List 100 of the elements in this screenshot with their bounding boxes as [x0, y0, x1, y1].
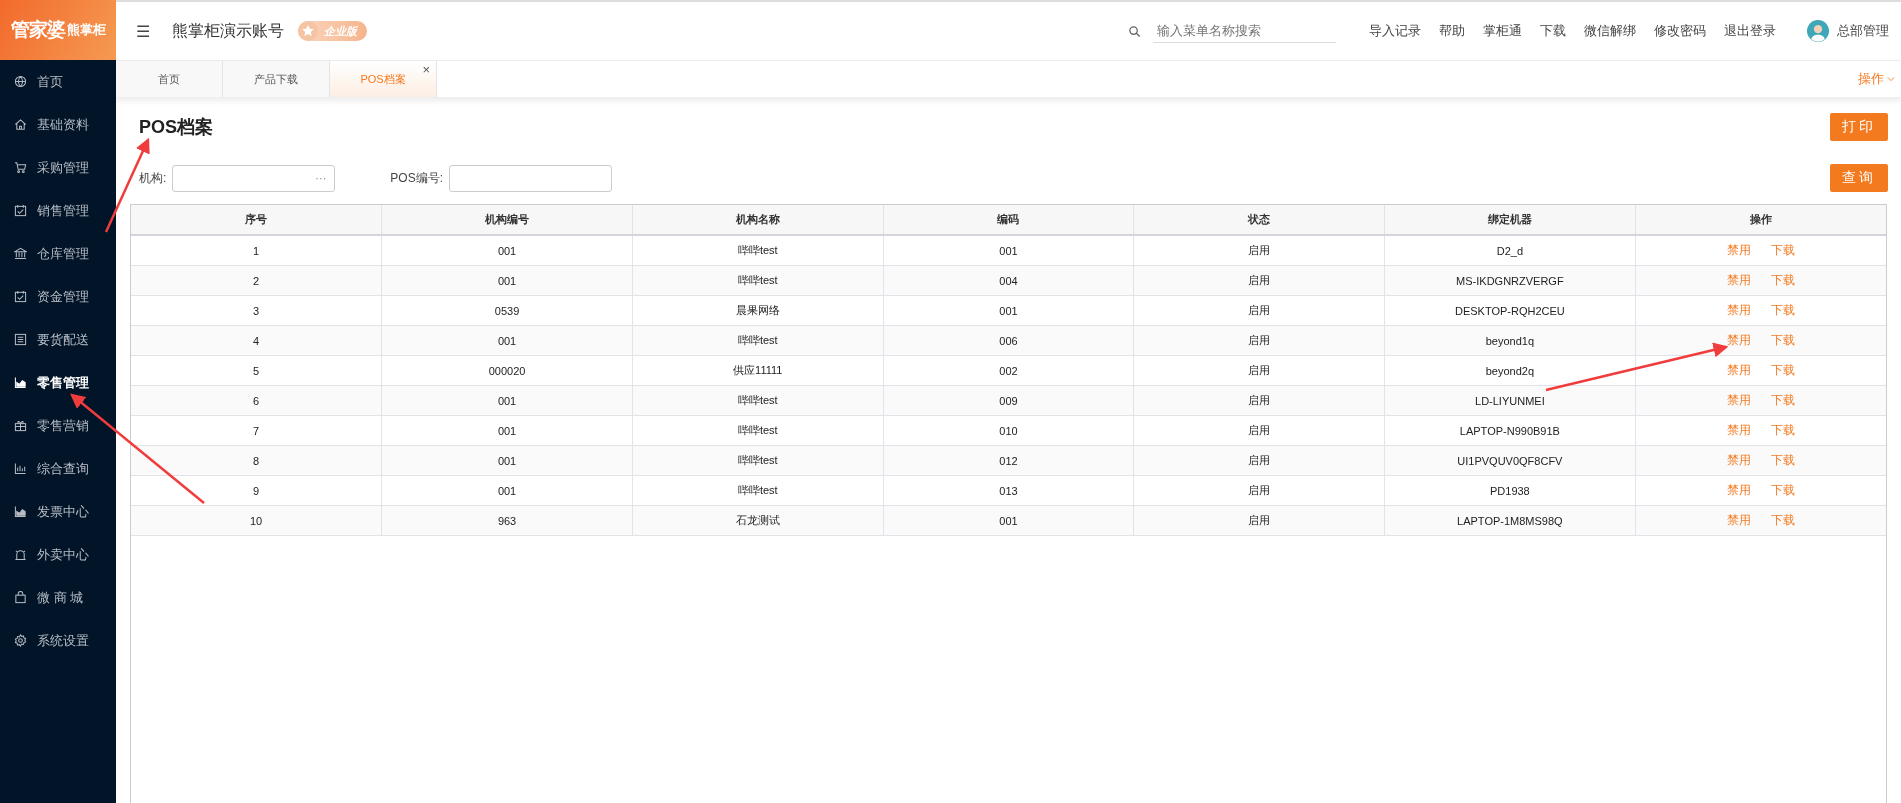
table-cell: 7: [131, 415, 382, 446]
table-cell: 001: [381, 235, 633, 266]
sidebar-item[interactable]: 零售营销: [0, 404, 116, 447]
table-cell: 启用: [1133, 265, 1385, 296]
table-cell: 4: [131, 325, 382, 356]
sidebar-item[interactable]: 微 商 城: [0, 576, 116, 619]
sidebar-item[interactable]: 发票中心: [0, 490, 116, 533]
table-cell: 004: [883, 265, 1134, 296]
sidebar-item[interactable]: 资金管理: [0, 275, 116, 318]
table-cell: 哔哔test: [632, 385, 884, 416]
table-cell: DESKTOP-RQH2CEU: [1384, 295, 1636, 326]
header-link[interactable]: 退出登录: [1724, 22, 1776, 40]
header-link[interactable]: 帮助: [1439, 22, 1465, 40]
logo-product: 熊掌柜: [66, 21, 106, 39]
table-cell: 010: [883, 415, 1134, 446]
chevron-down-icon: [1887, 76, 1895, 82]
table-cell: 启用: [1133, 355, 1385, 386]
table-cell: 009: [883, 385, 1134, 416]
table-cell: 013: [883, 475, 1134, 506]
column-header: 操作: [1635, 205, 1886, 235]
table-cell: LD-LIYUNMEI: [1384, 385, 1636, 416]
list-icon: [14, 333, 27, 346]
account-name: 熊掌柜演示账号: [172, 20, 284, 41]
table-cell: 002: [883, 355, 1134, 386]
table-cell: 001: [883, 295, 1134, 326]
header-link[interactable]: 修改密码: [1654, 22, 1706, 40]
house-icon: [14, 118, 27, 131]
picker-field[interactable]: ···: [172, 164, 336, 192]
table-cell: 启用: [1133, 505, 1385, 536]
table-cell: PD1938: [1384, 475, 1636, 506]
gear-icon: [14, 634, 27, 647]
table-cell: 2: [131, 265, 382, 296]
sidebar-item[interactable]: 基础资料: [0, 103, 116, 146]
table-cell: 哔哔test: [632, 445, 884, 476]
sidebar-item[interactable]: 采购管理: [0, 146, 116, 189]
table-cell: 001: [381, 385, 633, 416]
sidebar-item[interactable]: 系统设置: [0, 619, 116, 662]
table-cell: 启用: [1133, 235, 1385, 266]
bag-icon: [14, 591, 27, 604]
table-cell: 10: [131, 505, 382, 536]
chart-icon: [14, 505, 27, 518]
table-cell: 001: [381, 475, 633, 506]
avatar-icon[interactable]: [1807, 20, 1829, 42]
cart-icon: [14, 161, 27, 174]
calendar-icon: [14, 204, 27, 217]
table-cell: 001: [381, 445, 633, 476]
sidebar-item[interactable]: 综合查询: [0, 447, 116, 490]
table-cell: 哔哔test: [632, 475, 884, 506]
filter-label: 机构:: [139, 169, 167, 187]
input-field[interactable]: [449, 164, 613, 192]
table-cell: 供应11111: [632, 355, 884, 386]
table-cell: 哔哔test: [632, 325, 884, 356]
column-header: 机构名称: [632, 205, 884, 235]
table-cell: 001: [883, 505, 1134, 536]
page-title: POS档案: [139, 116, 213, 139]
table-cell: 晨果网络: [632, 295, 884, 326]
table-cell: 启用: [1133, 475, 1385, 506]
sidebar-item[interactable]: 零售管理: [0, 361, 116, 404]
table-cell: MS-IKDGNRZVERGF: [1384, 265, 1636, 296]
table-cell: 石龙测试: [632, 505, 884, 536]
tab[interactable]: POS档案 ×: [330, 61, 437, 97]
user-name[interactable]: 总部管理: [1837, 22, 1889, 40]
sidebar-item[interactable]: 外卖中心: [0, 533, 116, 576]
table-cell: LAPTOP-1M8MS98Q: [1384, 505, 1636, 536]
alarm-icon: [14, 548, 27, 561]
table-cell: 哔哔test: [632, 415, 884, 446]
filter-label: POS编号:: [390, 169, 444, 187]
table-cell: 哔哔test: [632, 265, 884, 296]
sidebar-item[interactable]: 仓库管理: [0, 232, 116, 275]
tab[interactable]: 首页: [116, 61, 223, 97]
edition-label: 企业版: [324, 23, 357, 39]
header-link[interactable]: 微信解绑: [1584, 22, 1636, 40]
table-cell: 001: [381, 325, 633, 356]
column-header: 编码: [883, 205, 1134, 235]
menu-toggle-button[interactable]: ☰: [136, 21, 150, 41]
table-cell: beyond1q: [1384, 325, 1636, 356]
table-cell: 5: [131, 355, 382, 386]
table-cell: 启用: [1133, 415, 1385, 446]
table-cell: 6: [131, 385, 382, 416]
table-cell: 3: [131, 295, 382, 326]
column-header: 绑定机器: [1384, 205, 1636, 235]
sidebar-item[interactable]: 首页: [0, 60, 116, 103]
header-link[interactable]: 掌柜通: [1483, 22, 1522, 40]
table-cell: 001: [883, 235, 1134, 266]
sidebar-item[interactable]: 销售管理: [0, 189, 116, 232]
tab[interactable]: 产品下载: [223, 61, 330, 97]
table-cell: 006: [883, 325, 1134, 356]
chart-icon: [14, 376, 27, 389]
globe-icon: [14, 75, 27, 88]
bars-icon: [14, 462, 27, 475]
table-cell: 012: [883, 445, 1134, 476]
table-cell: 启用: [1133, 295, 1385, 326]
table-cell: 8: [131, 445, 382, 476]
header-link[interactable]: 下载: [1540, 22, 1566, 40]
close-icon[interactable]: ×: [422, 62, 430, 77]
table-cell: 哔哔test: [632, 235, 884, 266]
sidebar-item[interactable]: 要货配送: [0, 318, 116, 361]
gift-icon: [14, 419, 27, 432]
header-link[interactable]: 导入记录: [1369, 22, 1421, 40]
table-cell: 000020: [381, 355, 633, 386]
